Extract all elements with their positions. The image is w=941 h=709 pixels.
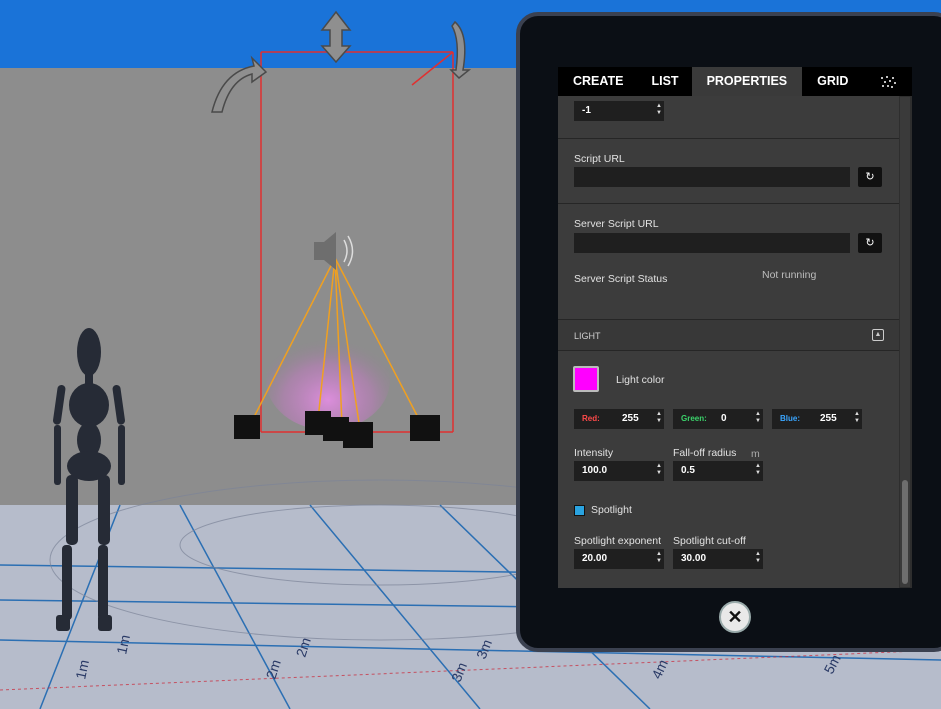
floor-marker-label: 2m [263,657,284,680]
blue-label: Blue: [780,414,800,423]
floor-marker-label: 4m [648,657,671,681]
reload-icon: ↻ [865,171,875,183]
tab-particles-icon[interactable] [863,67,912,96]
lifetime-stepper[interactable]: ▲ ▼ [656,103,662,117]
green-value: 0 [721,413,727,424]
server-script-url-label: Server Script URL [574,218,659,230]
tablet-screen: CREATE LIST PROPERTIES GRID -1 ▲ ▼ Script… [558,67,912,588]
spotlight-exponent-label: Spotlight exponent [574,535,661,547]
spotlight-cutoff-input[interactable]: 30.00 ▲ ▼ [673,549,763,569]
spotlight-label: Spotlight [591,504,632,516]
close-icon: ✕ [727,607,743,627]
tab-create[interactable]: CREATE [558,67,638,96]
green-stepper[interactable]: ▲ ▼ [755,411,761,425]
falloff-stepper[interactable]: ▲ ▼ [755,463,761,477]
close-tablet-button[interactable]: ✕ [719,601,751,633]
scrollbar[interactable] [900,97,910,587]
intensity-value: 100.0 [582,465,608,476]
light-color-label: Light color [616,374,665,386]
tab-grid[interactable]: GRID [802,67,863,96]
light-section-header[interactable] [558,320,899,350]
move-vertical-handle-icon[interactable] [320,10,352,64]
script-url-input[interactable] [574,167,850,187]
sparkle-icon [880,76,896,88]
floor-marker-label: 1m [72,658,92,680]
tab-properties[interactable]: PROPERTIES [691,67,803,96]
script-url-label: Script URL [574,153,625,165]
light-section-label: LIGHT [574,331,601,341]
intensity-label: Intensity [574,447,614,459]
rotate-handle-icon[interactable] [211,55,268,113]
red-label: Red: [582,414,600,423]
spotlight-exponent-value: 20.00 [582,553,608,564]
reload-icon: ↻ [865,237,875,249]
red-value: 255 [622,413,639,424]
spotlight-checkbox[interactable] [574,505,585,516]
falloff-value: 0.5 [681,465,695,476]
blue-value: 255 [820,413,837,424]
green-label: Green: [681,414,707,423]
spotlight-cutoff-stepper[interactable]: ▲ ▼ [755,551,761,565]
scrollbar-thumb[interactable] [902,480,908,584]
red-stepper[interactable]: ▲ ▼ [656,411,662,425]
spotlight-cutoff-label: Spotlight cut-off [673,535,746,547]
spotlight-exponent-stepper[interactable]: ▲ ▼ [656,551,662,565]
green-input[interactable]: Green: 0 ▲ ▼ [673,409,763,429]
server-script-status-value: Not running [762,269,817,281]
floor-marker-label: 2m [293,635,314,658]
intensity-stepper[interactable]: ▲ ▼ [656,463,662,477]
falloff-input[interactable]: 0.5 ▲ ▼ [673,461,763,481]
rotate-side-handle-icon[interactable] [449,20,472,80]
blue-input[interactable]: Blue: 255 ▲ ▼ [772,409,862,429]
tab-bar: CREATE LIST PROPERTIES GRID [558,67,912,96]
floor-marker-label: 3m [473,637,495,661]
collapse-icon[interactable]: ▲ [872,329,884,341]
falloff-unit: m [751,448,760,460]
server-script-status-label: Server Script Status [574,273,668,285]
lifetime-value: -1 [582,105,591,116]
floor-marker-label: 1m [113,633,133,655]
server-script-reload-button[interactable]: ↻ [858,233,882,253]
spotlight-cutoff-value: 30.00 [681,553,707,564]
spotlight-exponent-input[interactable]: 20.00 ▲ ▼ [574,549,664,569]
blue-stepper[interactable]: ▲ ▼ [854,411,860,425]
script-reload-button[interactable]: ↻ [858,167,882,187]
intensity-input[interactable]: 100.0 ▲ ▼ [574,461,664,481]
tab-list[interactable]: LIST [638,67,691,96]
falloff-label: Fall-off radius [673,447,737,459]
light-color-swatch[interactable] [573,366,599,392]
speaker-entity-icon[interactable] [314,232,354,270]
server-script-url-input[interactable] [574,233,850,253]
red-input[interactable]: Red: 255 ▲ ▼ [574,409,664,429]
floor-marker-label: 3m [448,660,470,684]
lifetime-input[interactable]: -1 ▲ ▼ [574,101,664,121]
